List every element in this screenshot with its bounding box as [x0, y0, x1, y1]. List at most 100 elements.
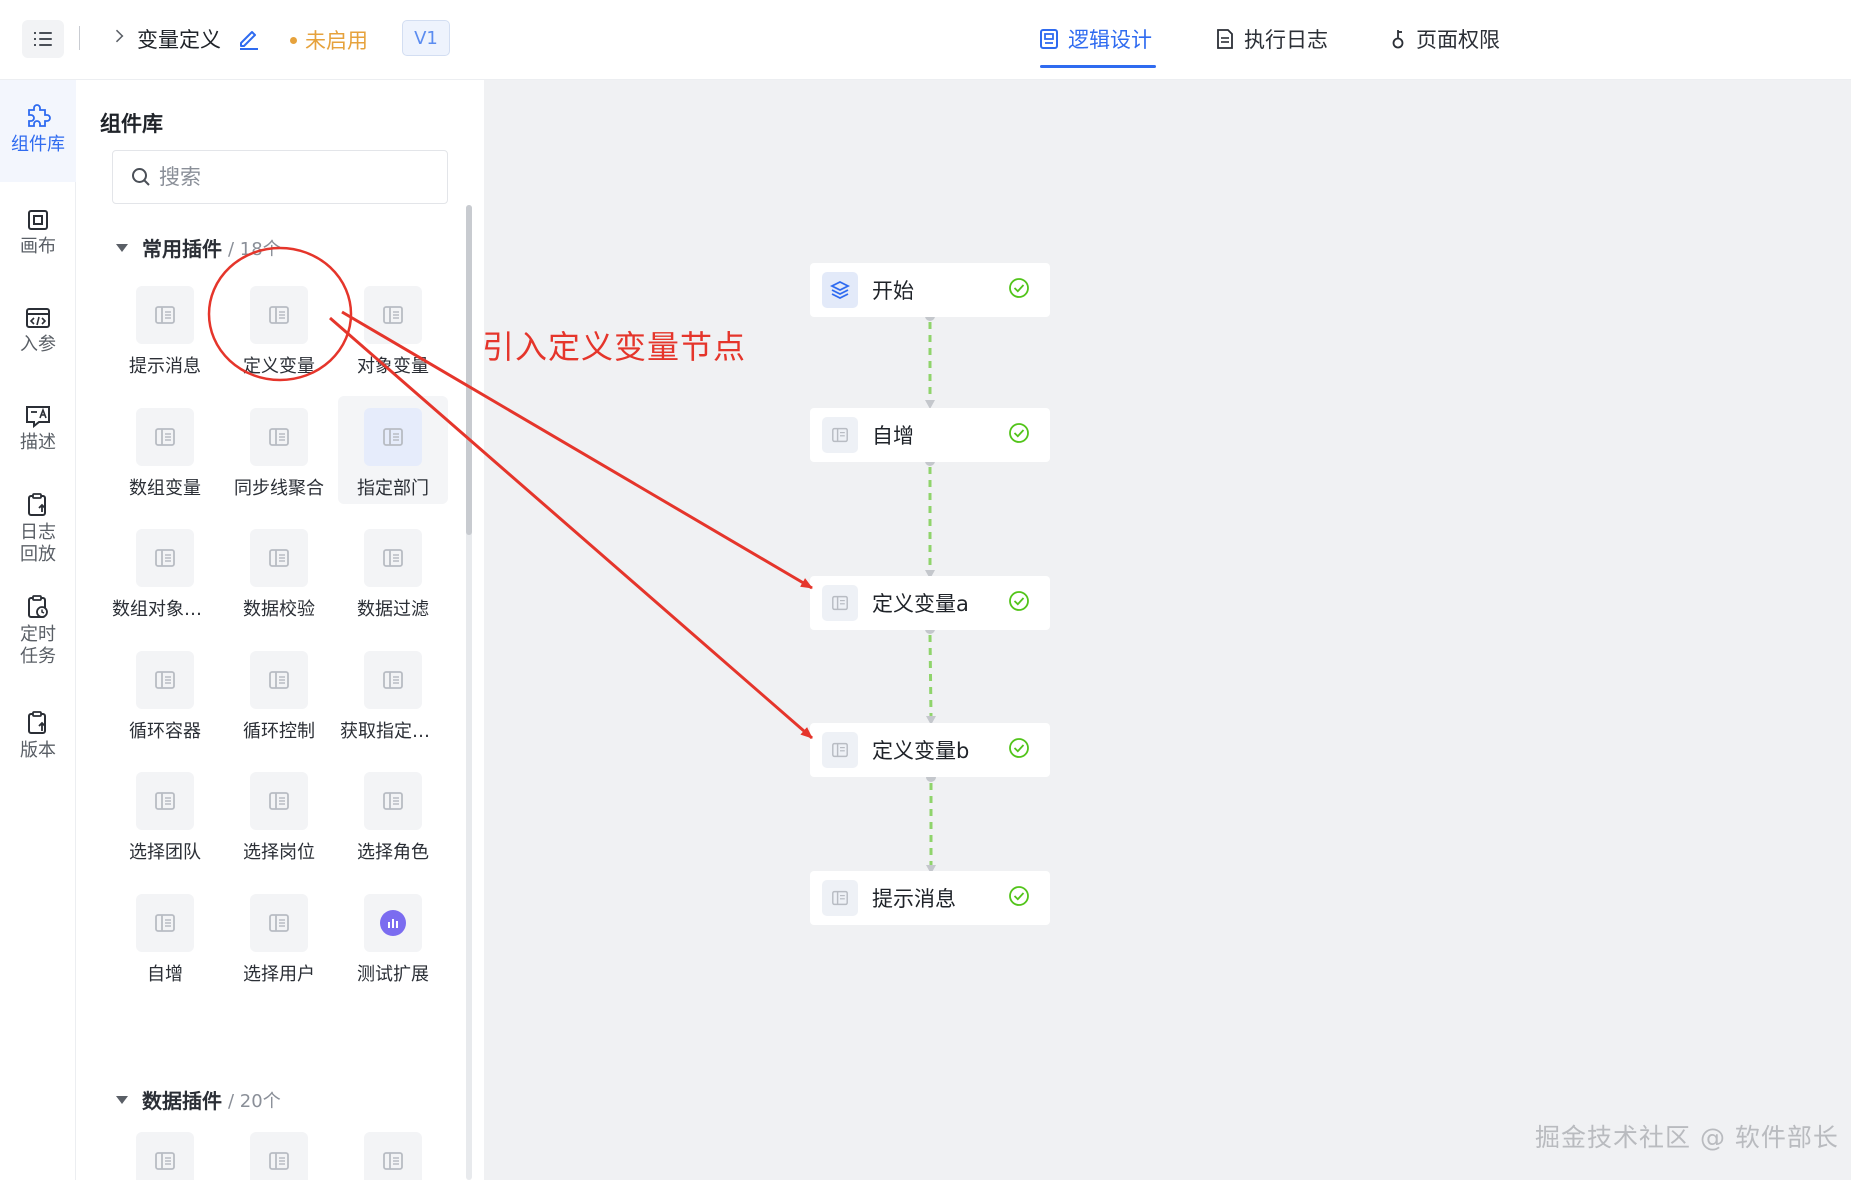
component-label: 循环控制: [243, 720, 315, 742]
component-item[interactable]: 循环容器: [110, 639, 220, 747]
component-label: 数据过滤: [357, 599, 429, 620]
component-icon: [383, 670, 403, 689]
component-label: 数组对象变量: [112, 599, 220, 620]
tab-logic-design[interactable]: 逻辑设计: [1040, 24, 1152, 54]
rail-item-describe[interactable]: 描述: [0, 404, 76, 454]
flow-node[interactable]: 定义变量b: [810, 723, 1050, 777]
component-label: 获取指定请…: [340, 720, 448, 742]
component-icon-box: [250, 1132, 308, 1180]
rail-item-version[interactable]: 版本: [0, 710, 76, 762]
rail-label: 画布: [20, 236, 56, 257]
component-item[interactable]: 数据过滤: [338, 517, 448, 625]
component-item[interactable]: Mysql新增: [338, 1120, 448, 1180]
component-item[interactable]: 数组对象变量: [110, 517, 220, 625]
flow-canvas[interactable]: 开始自增定义变量a 定义变量b 提示消息: [484, 80, 1851, 1180]
component-icon: [155, 427, 175, 446]
component-item[interactable]: 数组变量: [110, 396, 220, 504]
component-icon-box: [250, 286, 308, 344]
component-icon: [155, 1152, 175, 1170]
component-item[interactable]: 定义变量: [224, 274, 334, 382]
component-item[interactable]: 选择团队: [110, 760, 220, 868]
component-item[interactable]: 选择用户: [224, 882, 334, 990]
component-icon: [383, 427, 403, 446]
node-label: 定义变量b: [872, 739, 970, 763]
component-icon: [822, 732, 858, 768]
header-divider: [79, 26, 80, 50]
rail-item-log-replay[interactable]: 日志 回放: [0, 492, 76, 566]
flow-node[interactable]: 定义变量a: [810, 576, 1050, 630]
component-icon: [155, 792, 175, 810]
scrollbar-thumb[interactable]: [466, 205, 472, 535]
check-circle-icon: [1008, 885, 1030, 911]
component-item[interactable]: 循环控制: [224, 639, 334, 747]
edge-3: [925, 624, 936, 725]
rail-item-components[interactable]: 组件库: [0, 80, 76, 182]
component-icon-box: [364, 286, 422, 344]
component-icon-box: [364, 893, 422, 952]
component-icon-box: [136, 772, 194, 830]
version-badge[interactable]: V1: [402, 20, 450, 56]
rail-item-input-params[interactable]: 入参: [0, 306, 76, 356]
flow-node[interactable]: 开始: [810, 263, 1050, 317]
component-icon-box: [250, 407, 308, 466]
tab-page-permission[interactable]: 页面权限: [1390, 24, 1500, 54]
component-item[interactable]: 指定部门: [338, 395, 448, 504]
component-icon-box: [364, 407, 422, 466]
component-item[interactable]: 选择岗位: [224, 760, 334, 868]
flow-node[interactable]: 自增: [810, 408, 1050, 462]
component-item[interactable]: KingBase…: [224, 1120, 334, 1180]
component-item[interactable]: DM新增: [110, 1120, 220, 1180]
rail-item-canvas[interactable]: 画布: [0, 208, 76, 258]
annotation-text: 引入定义变量节点: [482, 328, 747, 366]
rail-item-scheduled-task[interactable]: 定时 任务: [0, 594, 76, 668]
component-item[interactable]: 提示消息: [110, 274, 220, 382]
component-icon-box: [136, 893, 194, 952]
flow-node[interactable]: 提示消息: [810, 871, 1050, 925]
component-item[interactable]: 测试扩展: [338, 882, 448, 990]
status-label: 未启用: [305, 29, 368, 53]
component-item[interactable]: 获取指定请…: [338, 639, 448, 747]
component-icon: [822, 585, 858, 621]
component-item[interactable]: 同步线聚合: [224, 396, 334, 504]
panel-scrollbar[interactable]: [466, 205, 472, 1180]
group-header-common-plugins[interactable]: 常用插件 / 18个: [116, 233, 281, 262]
component-icon: [269, 306, 289, 324]
component-icon: [269, 427, 289, 446]
check-circle-icon: [1008, 737, 1030, 763]
puzzle-icon: [28, 104, 51, 127]
component-icon-box: [136, 1132, 194, 1180]
component-icon: [822, 417, 858, 453]
watermark: 掘金技术社区 @ 软件部长: [1535, 1123, 1839, 1152]
panel-title: 组件库: [100, 112, 163, 136]
component-icon: [155, 670, 175, 689]
extension-icon: [380, 909, 406, 936]
search-box[interactable]: [112, 150, 448, 204]
component-icon-box: [250, 650, 308, 709]
component-icon-box: [250, 529, 308, 587]
status-dot: [290, 36, 297, 44]
edit-pencil-icon[interactable]: [237, 26, 261, 50]
component-label: 选择用户: [243, 963, 315, 985]
search-input[interactable]: [159, 163, 429, 191]
component-icon: [269, 670, 289, 689]
component-item[interactable]: 数据校验: [224, 517, 334, 625]
tab-label: 逻辑设计: [1068, 28, 1152, 52]
layers-icon: [822, 272, 858, 308]
component-label: 测试扩展: [357, 963, 429, 985]
component-icon-box: [364, 1132, 422, 1180]
group-header-data-plugins[interactable]: 数据插件 / 20个: [116, 1085, 281, 1114]
menu-toggle-button[interactable]: [22, 20, 64, 58]
rail-label: 描述: [20, 432, 56, 453]
rail-label: 入参: [20, 334, 56, 355]
component-label: 定义变量: [243, 356, 315, 377]
component-label: 自增: [147, 963, 183, 985]
component-item[interactable]: 对象变量: [338, 274, 448, 382]
component-item[interactable]: 自增: [110, 882, 220, 990]
chevron-right-icon[interactable]: [110, 29, 124, 43]
rail-label: 回放: [20, 544, 56, 565]
check-circle-icon: [1008, 277, 1030, 303]
component-icon-box: [136, 529, 194, 587]
tab-execution-log[interactable]: 执行日志: [1216, 24, 1328, 54]
edge-2: [925, 456, 935, 579]
component-item[interactable]: 选择角色: [338, 760, 448, 868]
